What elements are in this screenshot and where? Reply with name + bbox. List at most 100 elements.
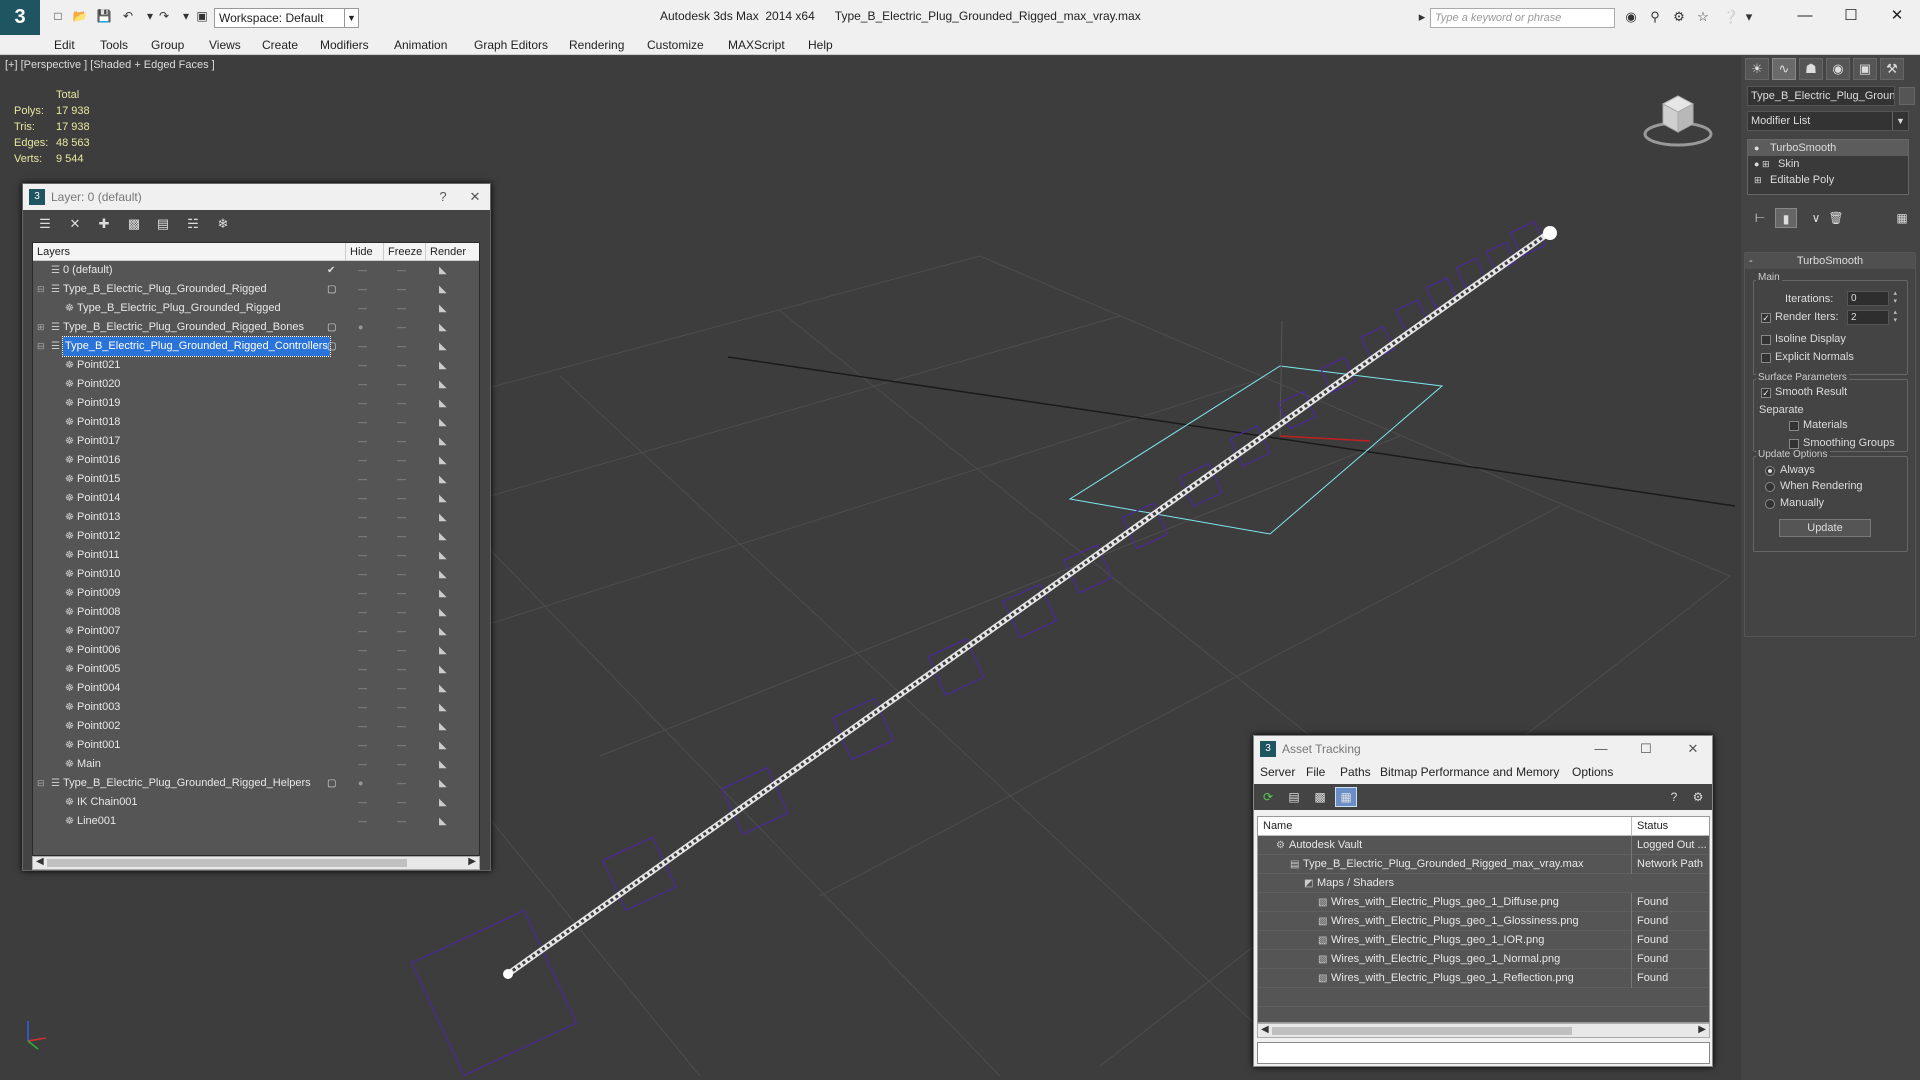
hide-toggle[interactable]: — (358, 451, 367, 470)
layer-name[interactable]: Point011 (77, 546, 120, 565)
layer-row[interactable]: ☸ Point005 — — ◣ (33, 660, 479, 679)
freeze-toggle[interactable]: — (397, 470, 406, 489)
freeze-all-layers-icon[interactable]: ❄ (213, 215, 233, 233)
minimize-icon[interactable]: — (1591, 740, 1611, 758)
stack-item-editable-poly[interactable]: ⊞ Editable Poly (1748, 172, 1908, 188)
hide-toggle[interactable]: — (358, 755, 367, 774)
scroll-right-icon[interactable]: ▶ (468, 856, 476, 867)
freeze-toggle[interactable]: — (397, 508, 406, 527)
layer-name[interactable]: Point013 (77, 508, 120, 527)
layer-name[interactable]: Type_B_Electric_Plug_Grounded_Rigged_Hel… (63, 774, 311, 793)
hide-toggle[interactable]: — (358, 299, 367, 318)
menu-animation[interactable]: Animation (394, 35, 447, 55)
layer-row[interactable]: ☸ Point002 — — ◣ (33, 717, 479, 736)
layer-name[interactable]: Point006 (77, 641, 120, 660)
menu-file[interactable]: File (1306, 765, 1325, 779)
freeze-toggle[interactable]: — (397, 280, 406, 299)
asset-row[interactable]: ◩ Maps / Shaders (1258, 874, 1709, 893)
hide-toggle[interactable]: — (358, 717, 367, 736)
modifier-list-dropdown[interactable]: Modifier List ▼ (1747, 111, 1909, 131)
menu-group[interactable]: Group (151, 35, 184, 55)
hide-toggle[interactable]: — (358, 508, 367, 527)
menu-create[interactable]: Create (262, 35, 298, 55)
object-color-swatch[interactable] (1899, 87, 1915, 105)
app-menu-button[interactable]: 3 (0, 0, 40, 35)
hide-toggle[interactable]: ● (358, 318, 363, 337)
isoline-display-checkbox[interactable] (1761, 335, 1771, 345)
make-unique-icon[interactable]: ∨ (1805, 208, 1827, 228)
hide-toggle[interactable]: — (358, 337, 367, 356)
menu-modifiers[interactable]: Modifiers (320, 35, 369, 55)
layer-row[interactable]: ☸ Point017 — — ◣ (33, 432, 479, 451)
horizontal-scrollbar[interactable]: ◀ ▶ (32, 856, 480, 870)
save-icon[interactable]: 💾 (96, 9, 112, 23)
materials-checkbox[interactable] (1789, 421, 1799, 431)
render-teapot-icon[interactable]: ◣ (439, 375, 447, 394)
pin-stack-icon[interactable]: ⊢ (1749, 208, 1771, 228)
layer-row[interactable]: ☸ Point011 — — ◣ (33, 546, 479, 565)
freeze-toggle[interactable]: — (397, 546, 406, 565)
layer-row[interactable]: ☸ Point008 — — ◣ (33, 603, 479, 622)
layer-name[interactable]: 0 (default) (63, 261, 113, 280)
layer-row[interactable]: ☸ Main — — ◣ (33, 755, 479, 774)
render-teapot-icon[interactable]: ◣ (439, 698, 447, 717)
smooth-result-checkbox[interactable]: ✓ (1761, 388, 1771, 398)
menu-customize[interactable]: Customize (647, 35, 704, 55)
layer-name[interactable]: Point012 (77, 527, 120, 546)
column-layers[interactable]: Layers (33, 243, 70, 261)
layer-dialog-title-bar[interactable]: 3 Layer: 0 (default) ? ✕ (23, 184, 490, 210)
hide-toggle[interactable]: — (358, 603, 367, 622)
layer-row[interactable]: ☸ Point009 — — ◣ (33, 584, 479, 603)
render-teapot-icon[interactable]: ◣ (439, 261, 447, 280)
maximize-icon[interactable]: ☐ (1636, 740, 1656, 758)
hide-toggle[interactable]: — (358, 584, 367, 603)
render-teapot-icon[interactable]: ◣ (439, 413, 447, 432)
close-icon[interactable]: ✕ (1683, 740, 1703, 758)
freeze-toggle[interactable]: — (397, 565, 406, 584)
render-teapot-icon[interactable]: ◣ (439, 603, 447, 622)
layer-name[interactable]: Point021 (77, 356, 120, 375)
freeze-toggle[interactable]: — (397, 261, 406, 280)
freeze-toggle[interactable]: — (397, 413, 406, 432)
workspace-dropdown[interactable]: Workspace: Default ▼ (214, 8, 359, 28)
smoothing-groups-checkbox[interactable] (1789, 439, 1799, 449)
stack-item-skin[interactable]: ● ⊞ Skin (1748, 156, 1908, 172)
hide-toggle[interactable]: — (358, 679, 367, 698)
render-teapot-icon[interactable]: ◣ (439, 451, 447, 470)
plug-end-left[interactable] (503, 969, 513, 979)
hierarchy-tab-icon[interactable]: ☗ (1799, 58, 1823, 80)
hide-toggle[interactable]: — (358, 413, 367, 432)
help-icon[interactable]: ? (1664, 788, 1684, 806)
hide-toggle[interactable]: — (358, 565, 367, 584)
layer-name[interactable]: Point007 (77, 622, 120, 641)
highlight-selected-layer-icon[interactable]: ▤ (153, 215, 173, 233)
hide-toggle[interactable]: — (358, 527, 367, 546)
render-teapot-icon[interactable]: ◣ (439, 622, 447, 641)
render-teapot-icon[interactable]: ◣ (439, 318, 447, 337)
when-rendering-radio[interactable] (1765, 482, 1775, 492)
render-teapot-icon[interactable]: ◣ (439, 736, 447, 755)
menu-options[interactable]: Options (1572, 765, 1613, 779)
close-icon[interactable]: ✕ (465, 188, 485, 206)
modify-tab-icon[interactable]: ∿ (1772, 58, 1796, 80)
layer-row[interactable]: ☸ Point010 — — ◣ (33, 565, 479, 584)
menu-bitmap-performance[interactable]: Bitmap Performance and Memory (1380, 765, 1559, 779)
layer-name[interactable]: Type_B_Electric_Plug_Grounded_Rigged (63, 280, 267, 299)
layer-row[interactable]: ☸ Point007 — — ◣ (33, 622, 479, 641)
freeze-toggle[interactable]: — (397, 432, 406, 451)
layer-name[interactable]: IK Chain001 (77, 793, 138, 812)
lightbulb-icon[interactable]: ● (1754, 140, 1759, 156)
expand-search-icon[interactable]: ▸ (1413, 9, 1431, 25)
show-end-result-icon[interactable]: ▮ (1775, 208, 1797, 228)
create-tab-sun-icon[interactable]: ☀ (1745, 58, 1769, 80)
menu-paths[interactable]: Paths (1340, 765, 1371, 779)
layer-name[interactable]: Point017 (77, 432, 120, 451)
layer-row[interactable]: ⊟ ☰ Type_B_Electric_Plug_Grounded_Rigged ▢ —… (33, 280, 479, 299)
layer-name[interactable]: Line001 (77, 812, 116, 831)
layer-row[interactable]: ⊞ ☰ Type_B_Electric_Plug_Grounded_Rigged_B… (33, 318, 479, 337)
menu-help[interactable]: Help (808, 35, 833, 55)
render-teapot-icon[interactable]: ◣ (439, 793, 447, 812)
object-name-field[interactable]: Type_B_Electric_Plug_Grounded_Rigged (1747, 86, 1895, 106)
help-icon[interactable]: ? (433, 188, 453, 206)
layer-row[interactable]: ☸ Point003 — — ◣ (33, 698, 479, 717)
